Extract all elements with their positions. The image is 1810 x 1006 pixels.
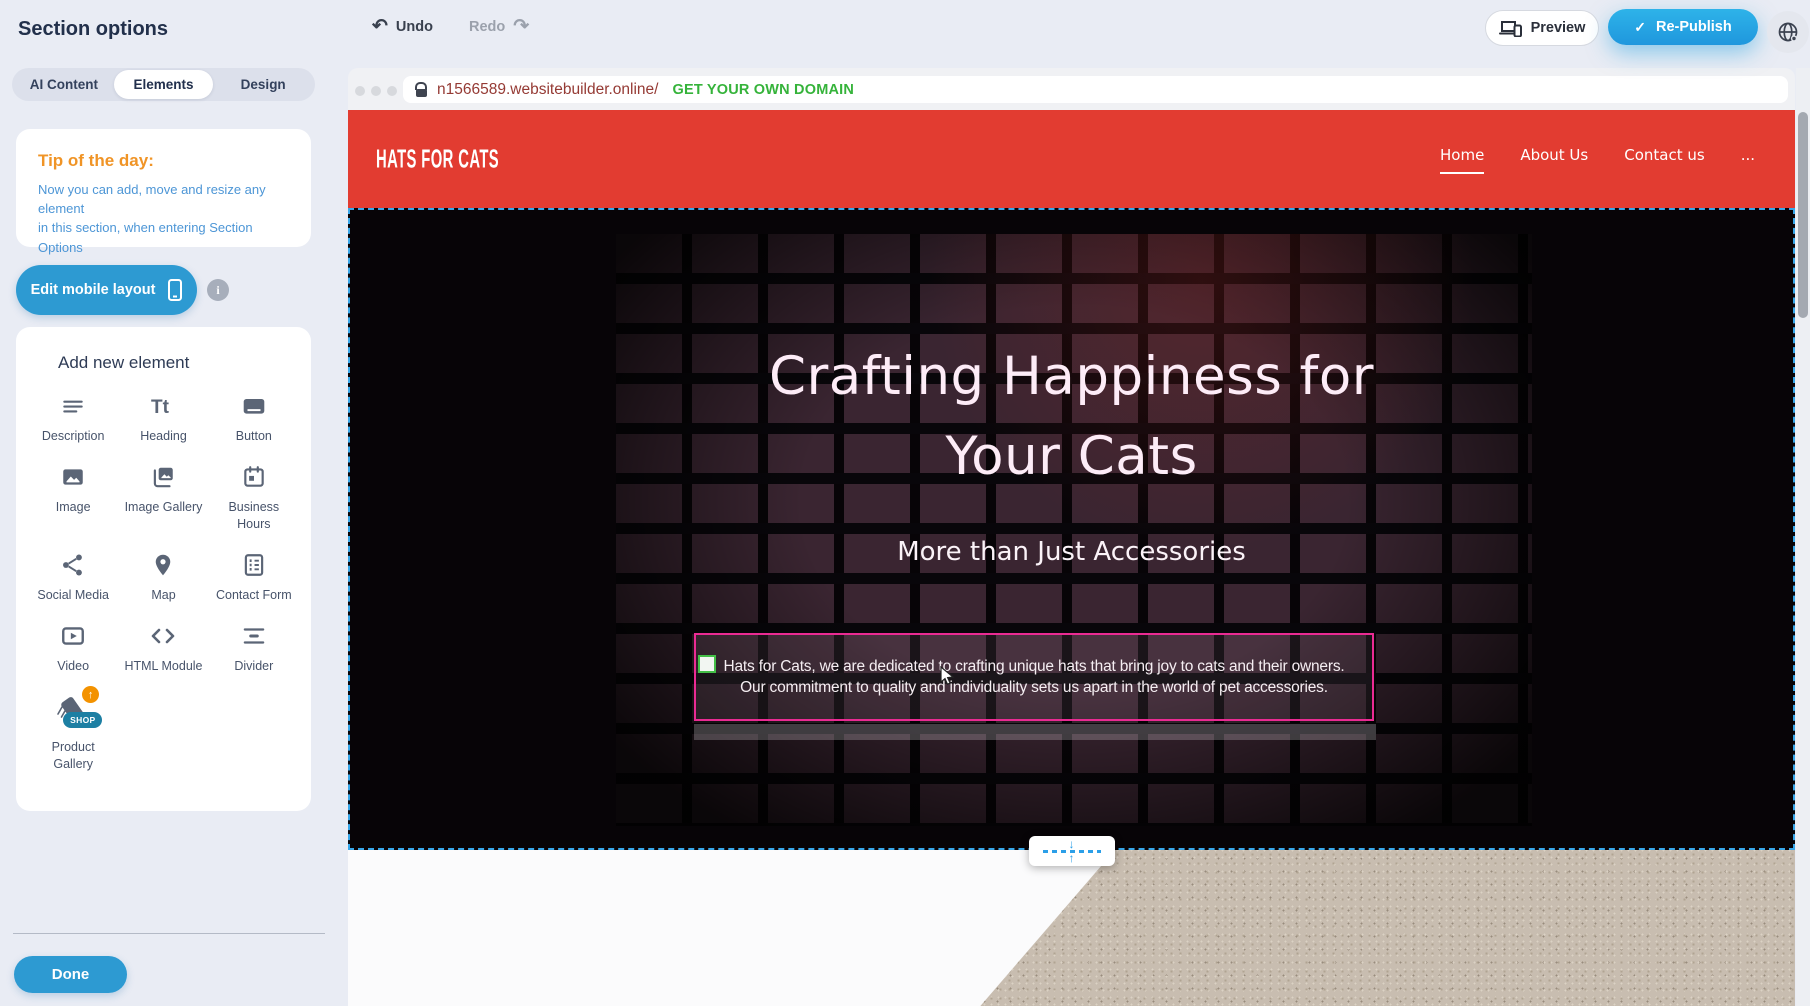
site-canvas: n1566589.websitebuilder.online/ GET YOUR… [348, 68, 1795, 1006]
hero-subheading[interactable]: More than Just Accessories [348, 537, 1795, 567]
language-globe-button[interactable] [1767, 11, 1809, 53]
nav-contact-us[interactable]: Contact us [1624, 146, 1704, 172]
window-dot [355, 86, 365, 96]
element-image-gallery[interactable]: Image Gallery [118, 460, 208, 532]
scrollbar-thumb[interactable] [1798, 112, 1808, 318]
element-image[interactable]: Image [28, 460, 118, 532]
video-icon [60, 619, 86, 653]
social-media-icon [60, 548, 86, 582]
window-dots [355, 86, 397, 96]
description-icon [60, 389, 86, 423]
add-element-heading: Add new element [58, 353, 311, 373]
shop-badge: SHOP [63, 712, 102, 728]
element-map[interactable]: Map [118, 548, 208, 603]
image-gallery-icon [150, 460, 176, 494]
element-heading[interactable]: Tt Heading [118, 389, 208, 444]
nav-more[interactable]: ... [1741, 146, 1755, 172]
business-hours-icon [241, 460, 267, 494]
element-drag-handle[interactable] [698, 655, 716, 673]
info-icon[interactable]: i [207, 279, 229, 301]
tip-heading: Tip of the day: [38, 151, 289, 171]
edit-mobile-layout-button[interactable]: Edit mobile layout [16, 265, 197, 315]
done-button[interactable]: Done [14, 956, 127, 993]
image-icon [60, 460, 86, 494]
site-logo[interactable]: HATS FOR CATS [376, 146, 499, 176]
tab-design[interactable]: Design [213, 70, 313, 99]
tip-body-line2: in this section, when entering Section O… [38, 218, 289, 256]
heading-icon: Tt [149, 389, 177, 423]
site-nav: Home About Us Contact us ... [1440, 146, 1755, 174]
check-icon: ✓ [1634, 19, 1646, 36]
button-icon [241, 389, 267, 423]
undo-icon[interactable]: ↶ [372, 17, 388, 36]
browser-chrome: n1566589.websitebuilder.online/ GET YOUR… [348, 68, 1795, 110]
tab-ai-content[interactable]: AI Content [14, 70, 114, 99]
nav-home[interactable]: Home [1440, 146, 1484, 174]
globe-icon [1776, 20, 1800, 44]
element-button[interactable]: Button [209, 389, 299, 444]
section-options-panel: Section options AI Content Elements Desi… [0, 0, 327, 1006]
mouse-cursor [940, 666, 955, 687]
page-scrollbar [1796, 68, 1810, 1006]
tab-elements[interactable]: Elements [114, 70, 214, 99]
element-description[interactable]: Description [28, 389, 118, 444]
description-element-selected[interactable]: Hats for Cats, we are dedicated to craft… [694, 633, 1374, 721]
section-resize-handle[interactable]: ↓ ↑ [1029, 836, 1115, 866]
tip-of-the-day-card: Tip of the day: Now you can add, move an… [16, 129, 311, 247]
panel-title: Section options [18, 18, 168, 41]
arrow-down-icon: ↓ [1069, 840, 1075, 849]
window-dot [371, 86, 381, 96]
lock-icon [415, 82, 427, 97]
element-grid: Description Tt Heading Button [16, 389, 311, 772]
history-controls: ↶ Undo Redo ↷ [372, 17, 529, 36]
arrow-up-icon: ↑ [1069, 854, 1075, 863]
site-url[interactable]: n1566589.websitebuilder.online/ [437, 81, 658, 99]
element-html-module[interactable]: HTML Module [118, 619, 208, 674]
tip-body-line1: Now you can add, move and resize any ele… [38, 180, 289, 218]
add-new-element-card: Add new element Description Tt Heading [16, 327, 311, 811]
preview-button[interactable]: Preview [1485, 10, 1599, 46]
contact-form-icon [241, 548, 267, 582]
product-gallery-icon: SHOP ↑ [51, 690, 95, 734]
hero-heading[interactable]: Crafting Happiness for Your Cats [662, 337, 1482, 497]
republish-button[interactable]: ✓ Re-Publish [1608, 9, 1758, 45]
html-module-icon [149, 619, 177, 653]
redo-icon[interactable]: ↷ [513, 17, 529, 36]
edit-mobile-layout-label: Edit mobile layout [31, 282, 156, 298]
redo-button[interactable]: Redo [469, 19, 505, 35]
upgrade-arrow-icon: ↑ [82, 686, 99, 703]
map-icon [150, 548, 176, 582]
element-drop-shadow [694, 724, 1376, 740]
sidebar-divider [13, 933, 325, 934]
preview-label: Preview [1531, 20, 1586, 36]
devices-icon [1499, 20, 1522, 37]
element-contact-form[interactable]: Contact Form [209, 548, 299, 603]
nav-about-us[interactable]: About Us [1520, 146, 1588, 172]
get-domain-link[interactable]: GET YOUR OWN DOMAIN [672, 82, 854, 98]
republish-label: Re-Publish [1656, 19, 1732, 35]
svg-text:Tt: Tt [151, 397, 170, 418]
undo-button[interactable]: Undo [396, 19, 433, 35]
panel-tabs: AI Content Elements Design [12, 68, 315, 101]
hero-section-selected[interactable]: Crafting Happiness for Your Cats More th… [348, 208, 1795, 850]
element-product-gallery[interactable]: SHOP ↑ Product Gallery [28, 690, 118, 772]
next-section-preview[interactable] [348, 850, 1795, 1006]
tiled-floor-image [348, 850, 1795, 1006]
address-bar[interactable]: n1566589.websitebuilder.online/ GET YOUR… [403, 76, 1788, 103]
mobile-phone-icon [168, 279, 182, 301]
element-divider[interactable]: Divider [209, 619, 299, 674]
divider-icon [241, 619, 267, 653]
element-video[interactable]: Video [28, 619, 118, 674]
element-social-media[interactable]: Social Media [28, 548, 118, 603]
site-header[interactable]: HATS FOR CATS Home About Us Contact us .… [348, 110, 1795, 208]
element-business-hours[interactable]: Business Hours [209, 460, 299, 532]
window-dot [387, 86, 397, 96]
